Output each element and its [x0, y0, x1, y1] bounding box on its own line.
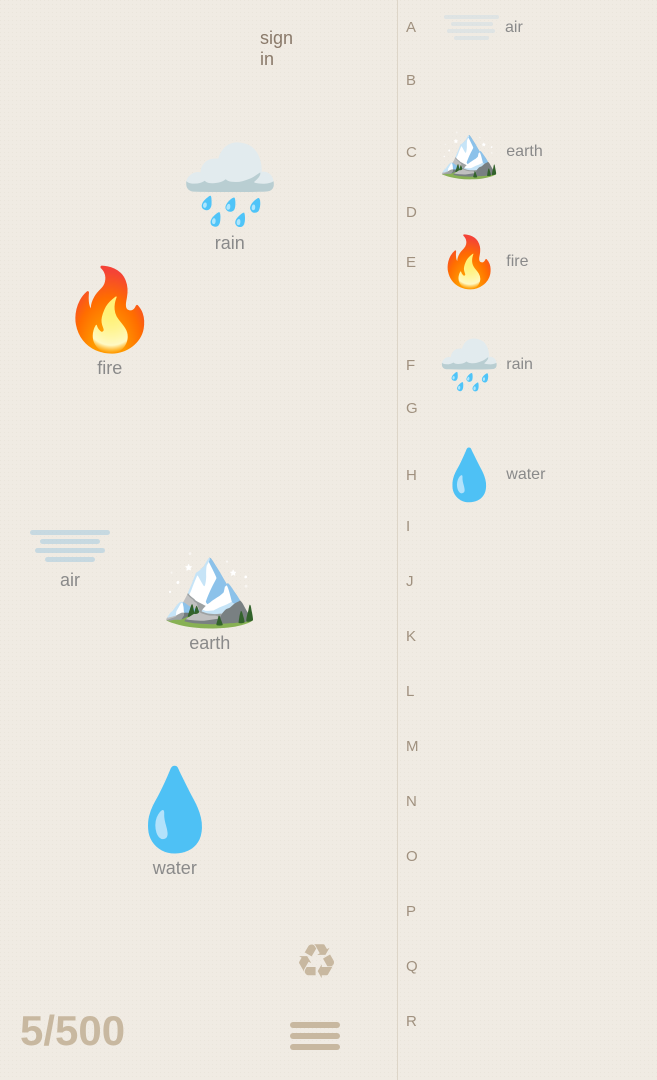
- score-display: 5/500: [20, 1007, 125, 1055]
- right-alpha-K[interactable]: K: [406, 628, 416, 646]
- right-alpha-L[interactable]: L: [406, 683, 414, 701]
- right-panel: A air B C 🏔️ earth D E 🔥 fire: [397, 0, 657, 1080]
- alpha-letter-D[interactable]: D: [406, 204, 417, 221]
- menu-button[interactable]: [290, 1017, 340, 1055]
- air-icon: [30, 530, 110, 562]
- air-label: air: [60, 570, 80, 591]
- right-alpha-N[interactable]: N: [406, 793, 417, 811]
- earth-label: earth: [189, 633, 230, 654]
- alpha-letter-R[interactable]: R: [406, 1013, 417, 1030]
- alpha-letter-E[interactable]: E: [406, 254, 426, 271]
- alpha-letter-P[interactable]: P: [406, 903, 416, 920]
- alpha-letter-I[interactable]: I: [406, 518, 410, 535]
- alpha-letter-Q[interactable]: Q: [406, 958, 418, 975]
- element-water[interactable]: 💧 water: [125, 770, 225, 879]
- right-alpha-C: C 🏔️ earth: [406, 127, 646, 177]
- right-alpha-E: E 🔥 fire: [406, 237, 646, 287]
- right-element-rain[interactable]: 🌧️ rain: [438, 340, 533, 390]
- recycle-button[interactable]: ♻: [295, 934, 338, 990]
- alpha-letter-B[interactable]: B: [406, 72, 416, 89]
- right-alpha-Q[interactable]: Q: [406, 958, 418, 976]
- sign-in-label: sign in: [260, 28, 293, 69]
- alpha-letter-K[interactable]: K: [406, 628, 416, 645]
- right-alpha-F: F 🌧️ rain: [406, 340, 646, 390]
- alpha-letter-G[interactable]: G: [406, 400, 418, 417]
- right-alpha-B[interactable]: B: [406, 72, 416, 90]
- right-alpha-R[interactable]: R: [406, 1013, 417, 1031]
- right-alpha-I[interactable]: I: [406, 518, 410, 536]
- alpha-letter-F[interactable]: F: [406, 357, 426, 374]
- right-alpha-H: H 💧 water: [406, 450, 646, 500]
- alpha-letter-M[interactable]: M: [406, 738, 419, 755]
- fire-label: fire: [97, 358, 122, 379]
- rain-label: rain: [215, 233, 245, 254]
- right-element-earth[interactable]: 🏔️ earth: [438, 127, 543, 177]
- right-air-icon: [444, 15, 499, 40]
- alpha-letter-L[interactable]: L: [406, 683, 414, 700]
- right-alpha-D[interactable]: D: [406, 204, 417, 222]
- right-water-icon: 💧: [438, 450, 500, 500]
- water-label: water: [153, 858, 197, 879]
- right-alpha-A: A air: [406, 15, 646, 40]
- right-alpha-O[interactable]: O: [406, 848, 418, 866]
- rain-icon: 🌧️: [180, 145, 280, 225]
- right-element-air[interactable]: air: [444, 15, 523, 40]
- element-air[interactable]: air: [30, 530, 110, 591]
- right-fire-label: fire: [506, 253, 528, 271]
- water-icon: 💧: [125, 770, 225, 850]
- alpha-letter-H[interactable]: H: [406, 467, 426, 484]
- main-panel: sign in 🌧️ rain 🔥 fire air 🏔️ earth 💧 wa…: [0, 0, 400, 1080]
- earth-icon: 🏔️: [160, 545, 260, 625]
- right-water-label: water: [506, 466, 545, 484]
- alpha-letter-O[interactable]: O: [406, 848, 418, 865]
- right-alpha-G[interactable]: G: [406, 400, 418, 418]
- score-value: 5/500: [20, 1007, 125, 1054]
- hamburger-icon-2: [290, 1033, 340, 1039]
- right-alpha-P[interactable]: P: [406, 903, 416, 921]
- right-element-fire[interactable]: 🔥 fire: [438, 237, 529, 287]
- right-element-water[interactable]: 💧 water: [438, 450, 545, 500]
- element-earth[interactable]: 🏔️ earth: [160, 545, 260, 654]
- right-fire-icon: 🔥: [438, 237, 500, 287]
- alpha-letter-A[interactable]: A: [406, 19, 426, 36]
- right-earth-label: earth: [506, 143, 542, 161]
- alpha-letter-C[interactable]: C: [406, 144, 426, 161]
- right-alpha-M[interactable]: M: [406, 738, 419, 756]
- alpha-letter-J[interactable]: J: [406, 573, 414, 590]
- right-alpha-J[interactable]: J: [406, 573, 414, 591]
- right-rain-label: rain: [506, 356, 533, 374]
- right-air-label: air: [505, 19, 523, 37]
- recycle-icon: ♻: [295, 936, 338, 989]
- right-rain-icon: 🌧️: [438, 340, 500, 390]
- right-earth-icon: 🏔️: [438, 127, 500, 177]
- fire-icon: 🔥: [60, 270, 160, 350]
- element-rain[interactable]: 🌧️ rain: [180, 145, 280, 254]
- element-fire[interactable]: 🔥 fire: [60, 270, 160, 379]
- hamburger-icon: [290, 1022, 340, 1028]
- hamburger-icon-3: [290, 1044, 340, 1050]
- alpha-letter-N[interactable]: N: [406, 793, 417, 810]
